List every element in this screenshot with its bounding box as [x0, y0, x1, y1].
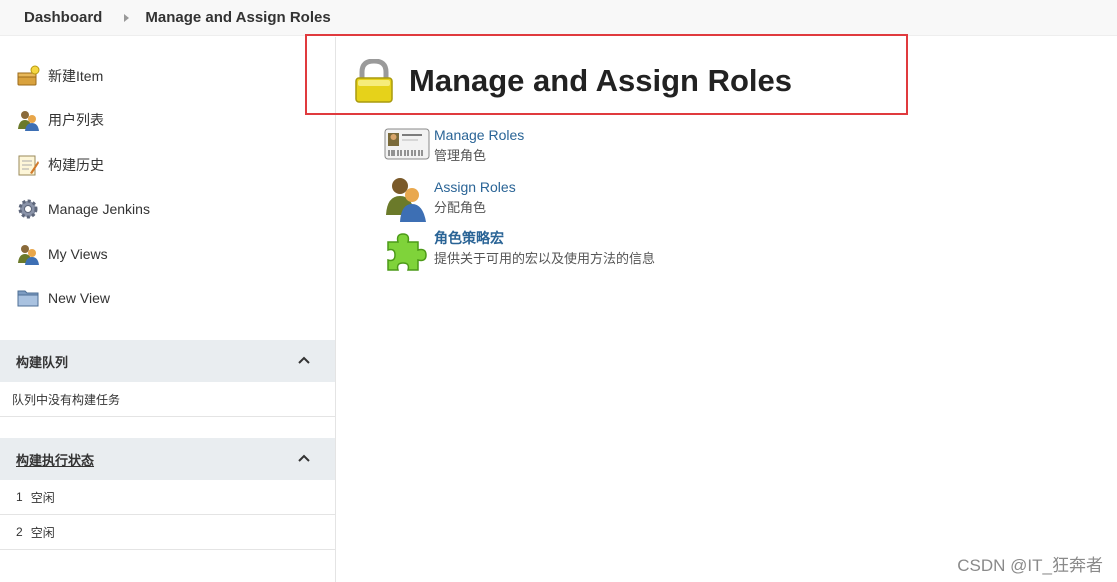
executors-title[interactable]: 构建执行状态 — [16, 450, 94, 469]
chevron-up-icon[interactable] — [297, 451, 311, 465]
breadcrumb-dashboard[interactable]: Dashboard — [24, 9, 102, 26]
sidebar-item-label: 用户列表 — [48, 112, 104, 128]
role-strategy-macros-item[interactable]: 角色策略宏 提供关于可用的宏以及使用方法的信息 — [384, 228, 655, 274]
puzzle-icon — [387, 233, 427, 271]
build-queue-title: 构建队列 — [16, 354, 69, 370]
assign-roles-item[interactable]: Assign Roles 分配角色 — [384, 177, 516, 223]
build-queue-empty-text: 队列中没有构建任务 — [12, 392, 121, 407]
breadcrumb-separator-icon — [124, 13, 130, 22]
sidebar-item-new-item[interactable]: 新建Item — [16, 62, 103, 90]
manage-roles-item[interactable]: Manage Roles 管理角色 — [384, 125, 524, 171]
users-icon — [18, 245, 39, 265]
assign-roles-link[interactable]: Assign Roles — [434, 178, 516, 197]
executors-header[interactable]: 构建执行状态 — [0, 438, 335, 480]
manage-roles-link[interactable]: Manage Roles — [434, 126, 524, 145]
breadcrumb: Dashboard Manage and Assign Roles — [0, 0, 1117, 36]
sidebar-item-label: Manage Jenkins — [48, 201, 150, 217]
sidebar-item-users[interactable]: 用户列表 — [16, 106, 104, 134]
sidebar-item-build-history[interactable]: 构建历史 — [16, 151, 104, 179]
gear-icon — [18, 199, 38, 219]
executor-number: 2 — [16, 525, 23, 539]
build-queue-header[interactable]: 构建队列 — [0, 340, 335, 382]
executor-status: 空闲 — [30, 490, 55, 505]
sidebar-item-new-view[interactable]: New View — [16, 284, 110, 312]
executor-row: 2 空闲 — [0, 515, 335, 550]
folder-icon — [17, 290, 39, 307]
breadcrumb-current[interactable]: Manage and Assign Roles — [145, 9, 330, 26]
watermark: CSDN @IT_狂奔者 — [957, 556, 1103, 575]
sidebar-item-label: My Views — [48, 246, 108, 262]
page-title: Manage and Assign Roles — [409, 63, 792, 98]
executor-number: 1 — [16, 490, 23, 504]
sidebar-item-label: 构建历史 — [48, 157, 104, 173]
manage-roles-desc: 管理角色 — [434, 148, 487, 163]
notepad-icon — [18, 155, 39, 176]
new-item-icon — [17, 65, 40, 86]
build-queue-empty: 队列中没有构建任务 — [0, 382, 335, 417]
chevron-up-icon[interactable] — [297, 353, 311, 367]
users-icon — [386, 178, 426, 222]
executor-status: 空闲 — [30, 525, 55, 540]
sidebar-item-label: New View — [48, 290, 110, 306]
sidebar: 新建Item 用户列表 构建历史 Manage Jenkins My Views… — [0, 37, 336, 582]
assign-roles-desc: 分配角色 — [434, 200, 487, 215]
executor-row: 1 空闲 — [0, 480, 335, 515]
lock-icon — [355, 59, 393, 103]
sidebar-item-label: 新建Item — [48, 68, 104, 84]
role-strategy-macros-desc: 提供关于可用的宏以及使用方法的信息 — [434, 251, 656, 266]
sidebar-item-manage-jenkins[interactable]: Manage Jenkins — [16, 195, 150, 223]
sidebar-item-my-views[interactable]: My Views — [16, 240, 108, 268]
role-strategy-macros-link[interactable]: 角色策略宏 — [434, 229, 655, 248]
users-icon — [18, 111, 39, 131]
id-card-icon — [384, 128, 430, 160]
